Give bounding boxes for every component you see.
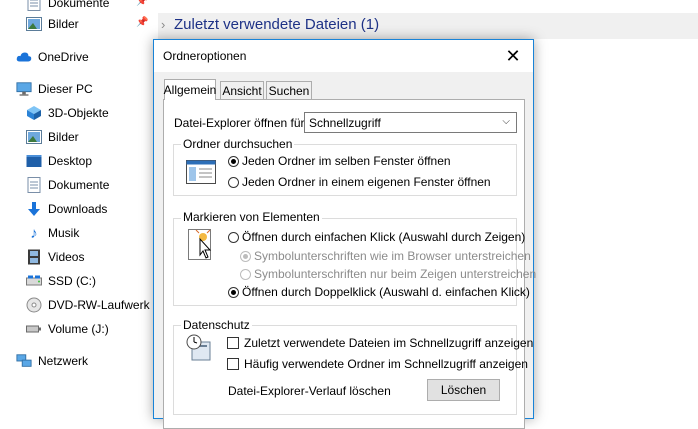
- section-title[interactable]: Zuletzt verwendete Dateien (1): [174, 16, 379, 33]
- pin-icon[interactable]: 📌: [136, 17, 148, 28]
- nav-item-network[interactable]: Netzwerk: [16, 350, 88, 372]
- nav-item-label: SSD (C:): [48, 274, 96, 288]
- clear-history-label: Datei-Explorer-Verlauf löschen: [228, 384, 391, 398]
- nav-item-downloads[interactable]: Downloads: [26, 198, 107, 220]
- nav-item-volume-j[interactable]: Volume (J:): [26, 318, 109, 340]
- dvd-icon: [26, 297, 42, 313]
- radio-same-window[interactable]: Jeden Ordner im selben Fenster öffnen: [228, 154, 451, 168]
- nav-item-label: 3D-Objekte: [48, 106, 109, 120]
- radio-label: Jeden Ordner in einem eigenen Fenster öf…: [242, 175, 491, 189]
- pin-icon[interactable]: 📌: [136, 0, 148, 7]
- network-icon: [16, 353, 32, 369]
- documents-icon: [26, 0, 42, 11]
- close-button[interactable]: ✕: [493, 40, 533, 72]
- group-title: Ordner durchsuchen: [181, 137, 295, 151]
- nav-item-label: OneDrive: [38, 50, 89, 64]
- nav-item-3d-objekte[interactable]: 3D-Objekte: [26, 102, 109, 124]
- dialog-titlebar[interactable]: Ordneroptionen ✕: [154, 40, 533, 72]
- tab-suchen[interactable]: Suchen: [266, 81, 312, 99]
- nav-item-onedrive[interactable]: OneDrive: [16, 46, 89, 68]
- nav-item-musik[interactable]: ♪ Musik: [26, 222, 79, 244]
- dialog-title: Ordneroptionen: [163, 49, 247, 63]
- checkbox-frequent-folders[interactable]: Häufig verwendete Ordner im Schnellzugri…: [227, 357, 528, 371]
- downloads-icon: [26, 201, 42, 217]
- pictures-icon: [26, 129, 42, 145]
- cloud-icon: [16, 49, 32, 65]
- desktop-icon: [26, 153, 42, 169]
- documents-icon: [26, 177, 42, 193]
- nav-item-ssd-c[interactable]: SSD (C:): [26, 270, 96, 292]
- radio-button[interactable]: [228, 176, 239, 188]
- checkbox[interactable]: [227, 358, 239, 370]
- folder-options-dialog: Ordneroptionen ✕ Allgemein Ansicht Suche…: [153, 39, 536, 429]
- tab-ansicht[interactable]: Ansicht: [220, 81, 264, 99]
- nav-item-dvd[interactable]: DVD-RW-Laufwerk: [26, 294, 150, 316]
- nav-item-quick-bilder[interactable]: Bilder: [26, 13, 79, 35]
- nav-item-label: Dokumente: [48, 178, 110, 192]
- nav-item-quick-dokumente[interactable]: Dokumente: [26, 0, 109, 14]
- open-with-value: Schnellzugriff: [309, 116, 381, 130]
- pointer-illustration-icon: [188, 229, 214, 264]
- tab-allgemein[interactable]: Allgemein: [164, 79, 216, 100]
- nav-item-label: Videos: [48, 250, 85, 264]
- checkbox-label: Zuletzt verwendete Dateien im Schnellzug…: [244, 336, 534, 350]
- nav-item-desktop[interactable]: Desktop: [26, 150, 92, 172]
- videos-icon: [26, 249, 42, 265]
- checkbox-label: Häufig verwendete Ordner im Schnellzugri…: [244, 357, 528, 371]
- nav-item-label: Bilder: [48, 17, 79, 31]
- music-icon: ♪: [30, 224, 38, 242]
- nav-item-label: Dieser PC: [38, 82, 93, 96]
- nav-item-label: Musik: [48, 226, 80, 240]
- nav-item-label: Volume (J:): [48, 322, 109, 336]
- open-with-select[interactable]: Schnellzugriff ⌵: [304, 112, 517, 133]
- radio-underline-browser[interactable]: Symbolunterschriften wie im Browser unte…: [240, 249, 531, 263]
- radio-single-click[interactable]: Öffnen durch einfachen Klick (Auswahl du…: [228, 230, 525, 244]
- nav-item-this-pc[interactable]: Dieser PC: [16, 78, 93, 100]
- chevron-right-icon[interactable]: ›: [161, 17, 165, 32]
- nav-item-videos[interactable]: Videos: [26, 246, 84, 268]
- nav-item-dokumente[interactable]: Dokumente: [26, 174, 109, 196]
- radio-label: Symbolunterschriften nur beim Zeigen unt…: [254, 267, 537, 281]
- chevron-down-icon: ⌵: [502, 116, 510, 127]
- nav-item-label: Bilder: [48, 130, 79, 144]
- pictures-icon: [26, 16, 42, 32]
- group-title: Datenschutz: [181, 318, 252, 332]
- radio-label: Öffnen durch einfachen Klick (Auswahl du…: [242, 230, 526, 244]
- radio-button[interactable]: [240, 250, 251, 262]
- radio-button[interactable]: [228, 155, 239, 167]
- radio-underline-hover[interactable]: Symbolunterschriften nur beim Zeigen unt…: [240, 267, 536, 281]
- usb-drive-icon: [26, 321, 42, 337]
- clear-history-button[interactable]: Löschen: [427, 379, 500, 401]
- radio-own-window[interactable]: Jeden Ordner in einem eigenen Fenster öf…: [228, 175, 491, 189]
- radio-label: Jeden Ordner im selben Fenster öffnen: [242, 154, 451, 168]
- nav-item-label: DVD-RW-Laufwerk: [48, 298, 150, 312]
- radio-label: Symbolunterschriften wie im Browser unte…: [254, 249, 531, 263]
- navigation-pane: Dokumente 📌 Bilder 📌 OneDrive Dieser PC …: [0, 0, 160, 405]
- privacy-illustration-icon: [186, 334, 212, 365]
- group-title: Markieren von Elementen: [181, 210, 322, 224]
- radio-double-click[interactable]: Öffnen durch Doppelklick (Auswahl d. ein…: [228, 285, 530, 299]
- checkbox-recent-files[interactable]: Zuletzt verwendete Dateien im Schnellzug…: [227, 336, 533, 350]
- radio-button[interactable]: [240, 268, 251, 280]
- checkbox[interactable]: [227, 337, 239, 349]
- nav-item-label: Netzwerk: [38, 354, 89, 368]
- same-window-illustration-icon: [186, 160, 216, 187]
- drive-icon: [26, 273, 42, 289]
- radio-button[interactable]: [228, 231, 239, 243]
- radio-label: Öffnen durch Doppelklick (Auswahl d. ein…: [242, 285, 530, 299]
- nav-item-bilder[interactable]: Bilder: [26, 126, 79, 148]
- 3d-objects-icon: [26, 105, 42, 121]
- close-icon: ✕: [505, 45, 521, 66]
- nav-item-label: Downloads: [48, 202, 108, 216]
- nav-item-label: Desktop: [48, 154, 93, 168]
- nav-item-label: Dokumente: [48, 0, 110, 10]
- open-with-label: Datei-Explorer öffnen für:: [174, 116, 308, 130]
- radio-button[interactable]: [228, 286, 239, 298]
- computer-icon: [16, 81, 32, 97]
